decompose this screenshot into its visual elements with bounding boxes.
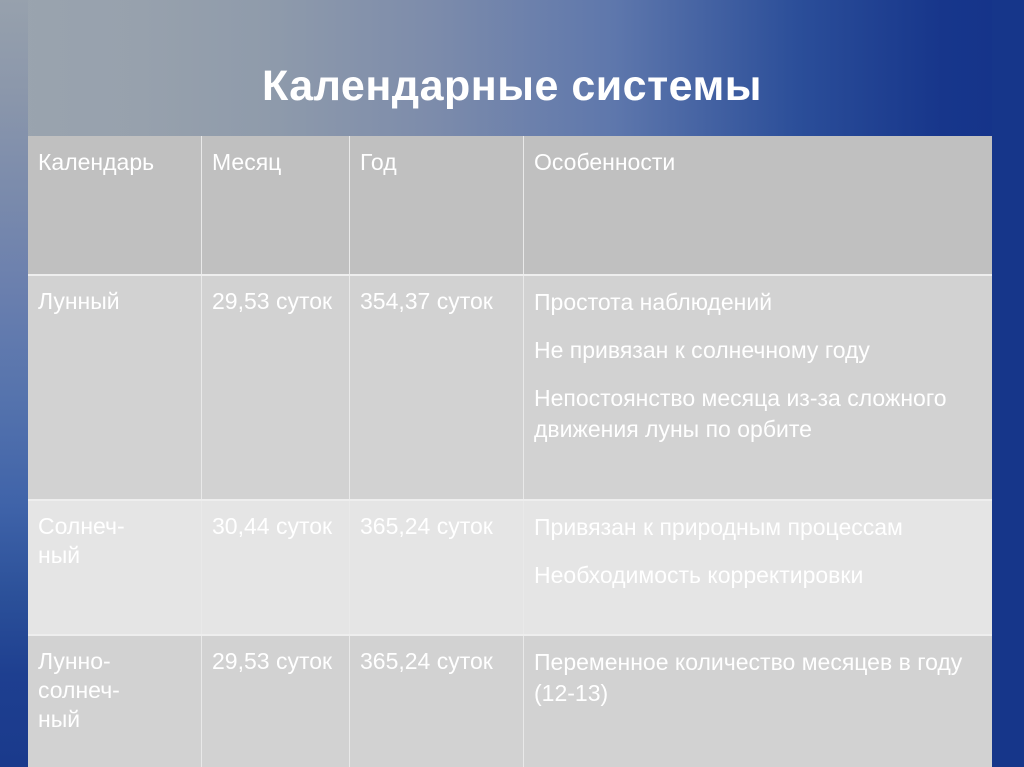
cell-calendar: Лунно-солнеч-ный [28, 635, 202, 767]
slide-title: Календарные системы [261, 62, 763, 110]
background-gradient-left-strip [0, 0, 28, 767]
value-calendar: Солнеч-ный [38, 513, 125, 568]
value-year: 365,24 суток [360, 513, 493, 539]
value-features: Переменное количество месяцев в году (12… [524, 635, 992, 709]
header-label-month: Месяц [212, 149, 282, 175]
slide: Календарные системы Календарь Месяц Год … [0, 0, 1024, 767]
table-header-row: Календарь Месяц Год Особенности [28, 136, 992, 275]
header-cell-calendar: Календарь [28, 136, 202, 275]
header-cell-features: Особенности [523, 136, 992, 275]
row-separator [28, 274, 992, 276]
value-month: 29,53 суток [212, 648, 333, 674]
cell-year: 354,37 суток [349, 275, 524, 500]
value-year: 354,37 суток [360, 288, 493, 314]
value-year: 365,24 суток [360, 648, 493, 674]
cell-year: 365,24 суток [349, 635, 524, 767]
cell-features: Переменное количество месяцев в году (12… [523, 635, 992, 767]
value-month: 29,53 суток [212, 288, 333, 314]
feature-item: Не привязан к солнечному году [534, 337, 870, 363]
cell-year: 365,24 суток [349, 500, 524, 635]
feature-item: Простота наблюдений [534, 289, 773, 315]
row-separator [28, 499, 992, 501]
cell-month: 30,44 суток [201, 500, 350, 635]
feature-item: Непостоянство месяца из-за сложного движ… [534, 385, 947, 442]
header-cell-year: Год [349, 136, 524, 275]
feature-item: Переменное количество месяцев в году (12… [534, 649, 963, 706]
cell-calendar: Солнеч-ный [28, 500, 202, 635]
feature-item: Привязан к природным процессам [534, 514, 903, 540]
table-row: Солнеч-ный 30,44 суток 365,24 суток Прив… [28, 500, 992, 635]
value-calendar: Лунно-солнеч-ный [38, 648, 120, 732]
background-right-panel [992, 0, 1024, 767]
value-features: Простота наблюдений Не привязан к солнечн… [524, 275, 992, 445]
table-row: Лунный 29,53 суток 354,37 суток Простота… [28, 275, 992, 500]
value-calendar: Лунный [38, 288, 120, 314]
header-label-year: Год [360, 149, 397, 175]
header-cell-month: Месяц [201, 136, 350, 275]
feature-item: Необходимость корректировки [534, 562, 864, 588]
table-row: Лунно-солнеч-ный 29,53 суток 365,24 суто… [28, 635, 992, 767]
header-label-calendar: Календарь [38, 149, 155, 175]
value-features: Привязан к природным процессам Необходимо… [524, 500, 992, 591]
cell-features: Простота наблюдений Не привязан к солнечн… [523, 275, 992, 500]
value-month: 30,44 суток [212, 513, 333, 539]
cell-month: 29,53 суток [201, 635, 350, 767]
cell-month: 29,53 суток [201, 275, 350, 500]
header-label-features: Особенности [534, 149, 676, 175]
calendar-systems-table: Календарь Месяц Год Особенности Лунный 2… [28, 136, 992, 767]
row-separator [28, 634, 992, 636]
cell-features: Привязан к природным процессам Необходимо… [523, 500, 992, 635]
cell-calendar: Лунный [28, 275, 202, 500]
